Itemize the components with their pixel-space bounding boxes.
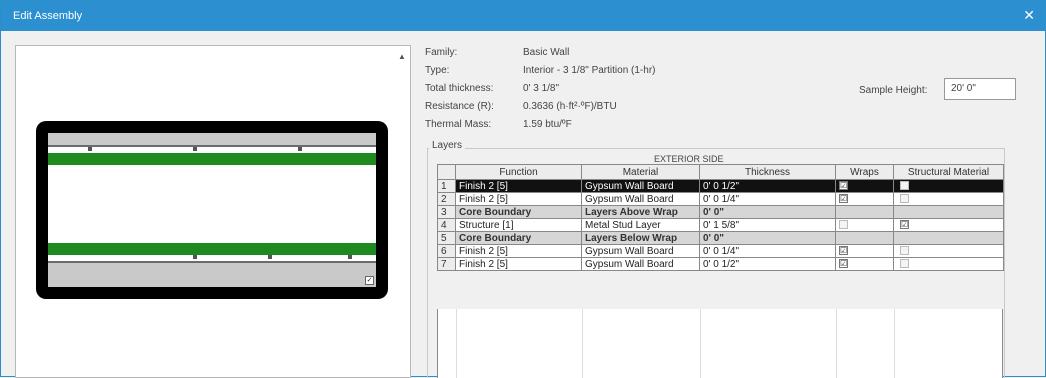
layer-function[interactable]: Structure [1]	[455, 218, 582, 232]
layer-number[interactable]: 3	[437, 205, 456, 219]
layer-function[interactable]: Finish 2 [5]	[455, 192, 582, 206]
layer-function[interactable]: Finish 2 [5]	[455, 257, 582, 271]
header-thickness[interactable]: Thickness	[699, 164, 836, 180]
layer-number[interactable]: 2	[437, 192, 456, 206]
header-function[interactable]: Function	[455, 164, 582, 180]
property-value: 1.59 btu/ºF	[523, 119, 572, 130]
layer-material[interactable]: Gypsum Wall Board	[581, 192, 700, 206]
layer-material[interactable]: Gypsum Wall Board	[581, 179, 700, 193]
layer-material[interactable]: Gypsum Wall Board	[581, 244, 700, 258]
layer-structural-cell	[893, 205, 1004, 219]
layer-structural-cell	[893, 192, 1004, 206]
layer-wraps-cell	[835, 231, 894, 245]
wall-section-frame: ✓	[36, 121, 388, 299]
layer-row[interactable]: 6 Finish 2 [5] Gypsum Wall Board 0' 0 1/4" ☑	[437, 244, 1004, 258]
layer-number[interactable]: 5	[437, 231, 456, 245]
layer-thickness[interactable]: 0' 0"	[699, 205, 836, 219]
layer-row[interactable]: 5 Core Boundary Layers Below Wrap 0' 0"	[437, 231, 1004, 245]
layer-wraps-cell	[835, 218, 894, 232]
preview-corner-checkbox[interactable]: ✓	[365, 276, 374, 285]
property-label: Thermal Mass:	[425, 119, 492, 130]
layer-structural-cell: ☑	[893, 218, 1004, 232]
layer-structural-cell	[893, 244, 1004, 258]
structural-material-checkbox[interactable]	[900, 246, 909, 256]
core-boundary-top	[48, 153, 376, 165]
layer-thickness[interactable]: 0' 1 5/8"	[699, 218, 836, 232]
layers-legend: Layers	[429, 140, 466, 151]
layer-wraps-cell: ☑	[835, 244, 894, 258]
layer-row[interactable]: 7 Finish 2 [5] Gypsum Wall Board 0' 0 1/2" ☑	[437, 257, 1004, 271]
dialog-title: Edit Assembly	[13, 10, 83, 22]
layer-wraps-cell: ☑	[835, 192, 894, 206]
layer-wraps-cell: ☑	[835, 179, 894, 193]
wall-section: ✓	[48, 133, 376, 287]
structural-material-checkbox[interactable]: ☑	[900, 220, 909, 230]
layer-row[interactable]: 4 Structure [1] Metal Stud Layer 0' 1 5/8" ☑	[437, 218, 1004, 232]
layer-thickness[interactable]: 0' 0 1/4"	[699, 192, 836, 206]
structure-layer	[48, 165, 376, 243]
layer-function[interactable]: Core Boundary	[455, 231, 582, 245]
header-wraps[interactable]: Wraps	[835, 164, 894, 180]
layer-wraps-cell: ☑	[835, 257, 894, 271]
header-material[interactable]: Material	[581, 164, 700, 180]
wall-preview-pane: ▲ ✓	[15, 45, 411, 378]
property-value: 0.3636 (h·ft²·ºF)/BTU	[523, 101, 617, 112]
header-structural-material[interactable]: Structural Material	[893, 164, 1004, 180]
title-bar: Edit Assembly ✕	[1, 1, 1045, 31]
sample-height-label: Sample Height:	[859, 85, 928, 96]
layer-number[interactable]: 1	[437, 179, 456, 193]
core-boundary-bottom	[48, 243, 376, 255]
layer-material[interactable]: Gypsum Wall Board	[581, 257, 700, 271]
property-label: Total thickness:	[425, 83, 494, 94]
structural-material-checkbox[interactable]	[900, 194, 909, 204]
property-label: Type:	[425, 65, 450, 76]
header-number	[437, 164, 456, 180]
layer-thickness[interactable]: 0' 0 1/2"	[699, 179, 836, 193]
property-value: Basic Wall	[523, 47, 570, 58]
layer-thickness[interactable]: 0' 0 1/4"	[699, 244, 836, 258]
wraps-checkbox[interactable]	[839, 220, 848, 230]
layers-table: Function Material Thickness Wraps Struct…	[437, 164, 1004, 271]
layer-function[interactable]: Finish 2 [5]	[455, 244, 582, 258]
layer-material[interactable]: Layers Below Wrap	[581, 231, 700, 245]
layer-material[interactable]: Metal Stud Layer	[581, 218, 700, 232]
layer-wraps-cell	[835, 205, 894, 219]
layer-function[interactable]: Finish 2 [5]	[455, 179, 582, 193]
layer-row[interactable]: 2 Finish 2 [5] Gypsum Wall Board 0' 0 1/4" ☑	[437, 192, 1004, 206]
finish-layer-interior-outer	[48, 263, 376, 287]
layers-table-empty-area	[437, 309, 1003, 378]
wraps-checkbox[interactable]: ☑	[839, 246, 848, 256]
exterior-side-label: EXTERIOR SIDE	[654, 154, 724, 164]
property-label: Family:	[425, 47, 458, 58]
core-boundary-ticks-bottom	[48, 255, 376, 259]
property-label: Resistance (R):	[425, 101, 494, 112]
property-value: Interior - 3 1/8" Partition (1-hr)	[523, 65, 656, 76]
wraps-checkbox[interactable]: ☑	[839, 259, 848, 269]
layer-function[interactable]: Core Boundary	[455, 205, 582, 219]
property-value: 0' 3 1/8"	[523, 83, 560, 94]
layer-structural-cell	[893, 231, 1004, 245]
core-boundary-ticks-top	[48, 147, 376, 151]
scroll-up-arrow-icon[interactable]: ▲	[398, 52, 406, 61]
edit-assembly-dialog: Edit Assembly ✕ ▲ ✓ Family: Basic Wall T…	[0, 0, 1046, 378]
layer-material[interactable]: Layers Above Wrap	[581, 205, 700, 219]
layer-thickness[interactable]: 0' 0 1/2"	[699, 257, 836, 271]
finish-layer-exterior-outer	[48, 133, 376, 145]
layers-header-row: Function Material Thickness Wraps Struct…	[437, 164, 1004, 180]
wraps-checkbox[interactable]: ☑	[839, 181, 848, 191]
layer-thickness[interactable]: 0' 0"	[699, 231, 836, 245]
layer-number[interactable]: 6	[437, 244, 456, 258]
layer-row[interactable]: 3 Core Boundary Layers Above Wrap 0' 0"	[437, 205, 1004, 219]
layer-number[interactable]: 7	[437, 257, 456, 271]
close-icon[interactable]: ✕	[1023, 7, 1035, 24]
layer-number[interactable]: 4	[437, 218, 456, 232]
wraps-checkbox[interactable]: ☑	[839, 194, 848, 204]
layer-row[interactable]: 1 Finish 2 [5] Gypsum Wall Board 0' 0 1/2" ☑	[437, 179, 1004, 193]
layer-structural-cell	[893, 257, 1004, 271]
layer-structural-cell	[893, 179, 1004, 193]
structural-material-checkbox[interactable]	[900, 181, 909, 191]
sample-height-input[interactable]: 20' 0"	[944, 78, 1016, 100]
structural-material-checkbox[interactable]	[900, 259, 909, 269]
